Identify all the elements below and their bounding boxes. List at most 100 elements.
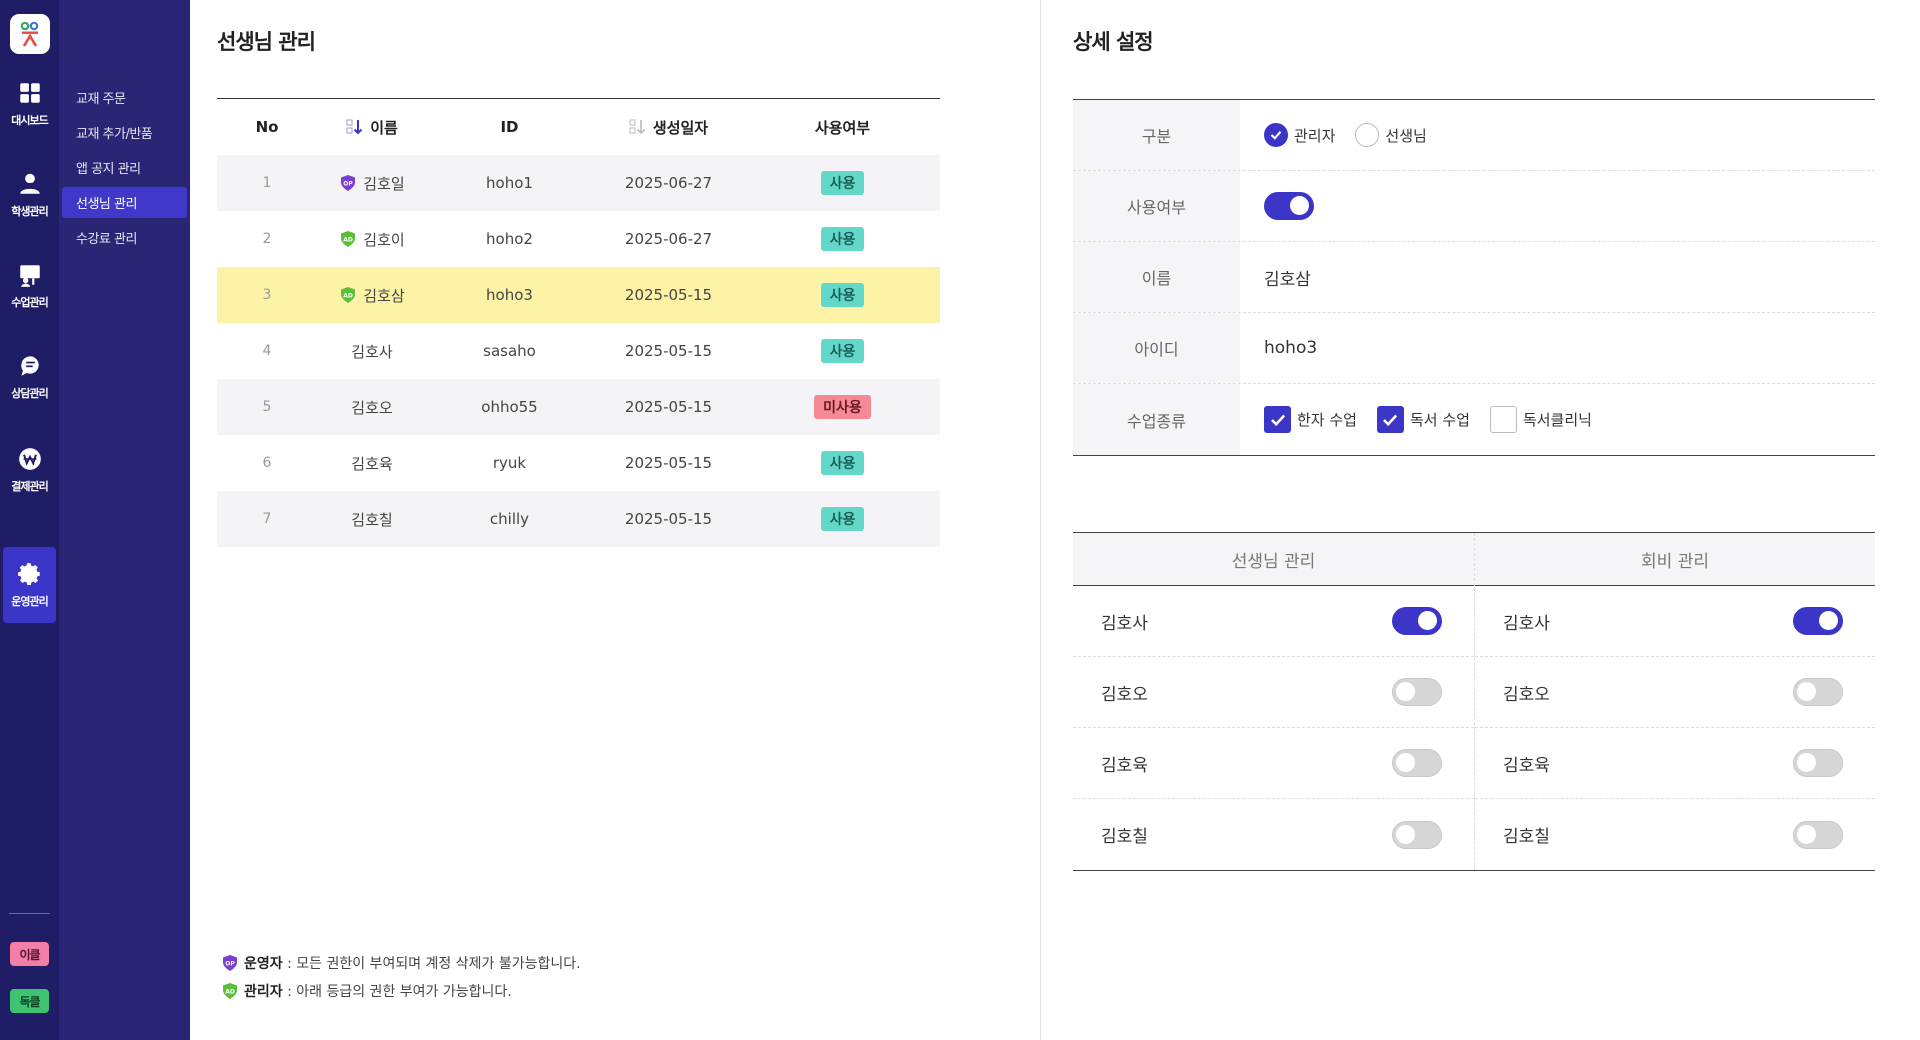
perm-toggle[interactable] — [1392, 607, 1442, 635]
row-name-cell: OP 김호일 — [317, 173, 427, 194]
rail-label: 수업관리 — [11, 296, 48, 309]
row-no: 3 — [262, 287, 272, 303]
table-row[interactable]: 2 AD 김호이 hoho2 2025-06-27 사용 — [217, 211, 940, 267]
detail-form: 구분 관리자 선생님 사용여부 이름 김호삼 아이디 hoho3 수업종류 한자… — [1073, 99, 1875, 456]
row-date: 2025-06-27 — [624, 230, 713, 248]
rail-item-student[interactable]: 학생관리 — [3, 157, 56, 233]
app-logo[interactable] — [10, 14, 50, 54]
radio-teacher-label: 선생님 — [1385, 126, 1427, 145]
rail-item-operation[interactable]: 운영관리 — [3, 547, 56, 623]
perm-name: 김호육 — [1503, 755, 1550, 776]
subnav-item-teacher[interactable]: 선생님 관리 — [62, 187, 187, 218]
teacher-list-panel: 선생님 관리 No 이름 ID 생성일자 사용여부 1 OP 김호일 hoho1… — [190, 0, 1041, 1040]
detail-panel: 상세 설정 구분 관리자 선생님 사용여부 이름 김호삼 아이디 hoho3 수… — [1041, 0, 1920, 1040]
perm-row: 김호사 — [1475, 586, 1875, 657]
perm-row: 김호육 — [1475, 728, 1875, 799]
perm-toggle[interactable] — [1793, 820, 1843, 849]
perm-toggle[interactable] — [1392, 678, 1442, 706]
rail-badge-dokl[interactable]: 독클 — [10, 989, 49, 1013]
radio-admin-label: 관리자 — [1294, 126, 1336, 145]
form-row-name: 이름 김호삼 — [1073, 242, 1875, 313]
rail-badge-ikl[interactable]: 이클 — [10, 942, 49, 966]
page-title: 선생님 관리 — [217, 30, 316, 54]
status-badge: 사용 — [820, 227, 865, 251]
row-date: 2025-06-27 — [624, 174, 713, 192]
table-row[interactable]: 4 김호사 sasaho 2025-05-15 사용 — [217, 323, 940, 379]
row-name-cell: AD 김호이 — [317, 229, 427, 250]
row-name-cell: 김호칠 — [317, 509, 427, 530]
rail-item-payment[interactable]: 결제관리 — [3, 432, 56, 508]
legend-admin: AD 관리자 : 아래 등급의 권한 부여가 가능합니다. — [221, 981, 512, 1001]
col-date-sort[interactable]: 생성일자 — [592, 117, 745, 138]
radio-admin[interactable] — [1264, 123, 1288, 147]
checkbox-reading-clinic[interactable] — [1489, 406, 1517, 433]
label-name: 이름 — [1073, 242, 1240, 312]
legend-op-title: 운영자 — [244, 956, 283, 972]
subnav-item-tuition[interactable]: 수강료 관리 — [62, 222, 187, 253]
perm-row: 김호칠 — [1073, 799, 1474, 870]
col-name-sort[interactable]: 이름 — [317, 117, 427, 138]
check-icon — [1383, 414, 1398, 426]
perm-name: 김호육 — [1101, 755, 1148, 776]
row-name-cell: 김호오 — [317, 397, 427, 418]
radio-teacher[interactable] — [1355, 123, 1380, 147]
row-date: 2025-05-15 — [624, 286, 713, 304]
svg-text:AD: AD — [343, 237, 353, 244]
perm-row: 김호사 — [1073, 586, 1474, 657]
label-classes: 수업종류 — [1073, 384, 1240, 455]
subnav-item-book-order[interactable]: 교재 주문 — [62, 82, 187, 113]
table-row[interactable]: 7 김호칠 chilly 2025-05-15 사용 — [217, 491, 940, 547]
table-header: No 이름 ID 생성일자 사용여부 — [217, 99, 940, 155]
row-name: 김호사 — [351, 342, 393, 361]
logo-icon — [20, 21, 39, 47]
rail-label: 운영관리 — [11, 595, 48, 608]
detail-title: 상세 설정 — [1073, 30, 1154, 54]
rail-item-class[interactable]: 수업관리 — [3, 248, 56, 324]
row-date: 2025-05-15 — [624, 398, 713, 416]
won-icon — [18, 448, 41, 470]
table-row[interactable]: 5 김호오 ohho55 2025-05-15 미사용 — [217, 379, 940, 435]
rail-label: 상담관리 — [11, 387, 48, 400]
table-row[interactable]: 1 OP 김호일 hoho1 2025-06-27 사용 — [217, 155, 940, 211]
perm-name: 김호오 — [1101, 684, 1148, 705]
perm-name: 김호사 — [1101, 613, 1148, 634]
perm-toggle[interactable] — [1793, 607, 1843, 635]
checkbox-reading[interactable] — [1376, 406, 1404, 433]
row-id: hoho3 — [486, 286, 533, 304]
row-name: 김호삼 — [363, 286, 405, 305]
table-row[interactable]: 6 김호육 ryuk 2025-05-15 사용 — [217, 435, 940, 491]
perm-toggle[interactable] — [1392, 820, 1442, 849]
status-badge: 미사용 — [814, 395, 871, 419]
row-date: 2025-05-15 — [624, 510, 713, 528]
table-row-selected[interactable]: 3 AD 김호삼 hoho3 2025-05-15 사용 — [217, 267, 940, 323]
rail-divider — [9, 913, 50, 914]
use-toggle[interactable] — [1264, 192, 1314, 220]
perm-row: 김호오 — [1475, 657, 1875, 728]
perm-toggle[interactable] — [1793, 678, 1843, 706]
chat-icon — [20, 356, 39, 376]
subnav-item-app-notice[interactable]: 앱 공지 관리 — [62, 152, 187, 183]
subnav-item-book-return[interactable]: 교재 추가/반품 — [62, 117, 187, 148]
perm-head-teacher: 선생님 관리 — [1073, 533, 1474, 586]
userid-value: hoho3 — [1264, 338, 1318, 358]
form-row-use: 사용여부 — [1073, 171, 1875, 242]
admin-shield-icon: AD — [223, 983, 237, 999]
svg-text:OP: OP — [344, 181, 354, 188]
teacher-table: No 이름 ID 생성일자 사용여부 1 OP 김호일 hoho1 2025-0… — [217, 98, 940, 547]
row-id: ryuk — [492, 454, 527, 472]
checkbox-hanja[interactable] — [1264, 406, 1291, 433]
checkbox-reading-label: 독서 수업 — [1409, 411, 1470, 429]
rail-label: 결제관리 — [11, 480, 48, 493]
row-no: 1 — [262, 175, 272, 191]
perm-toggle[interactable] — [1793, 749, 1843, 777]
admin-shield-icon: AD — [341, 287, 356, 303]
svg-text:OP: OP — [225, 961, 235, 968]
rail-label: 학생관리 — [11, 205, 48, 218]
rail-item-dashboard[interactable]: 대시보드 — [3, 66, 56, 142]
checkbox-reading-clinic-label: 독서클리닉 — [1522, 411, 1592, 429]
perm-toggle[interactable] — [1392, 749, 1442, 777]
rail-item-counsel[interactable]: 상담관리 — [3, 339, 56, 415]
row-id: chilly — [489, 510, 530, 528]
status-badge: 사용 — [820, 171, 865, 195]
icon-rail: 대시보드 학생관리 수업관리 상담관리 결제관리 운영관리 이클 독클 — [0, 0, 59, 1040]
